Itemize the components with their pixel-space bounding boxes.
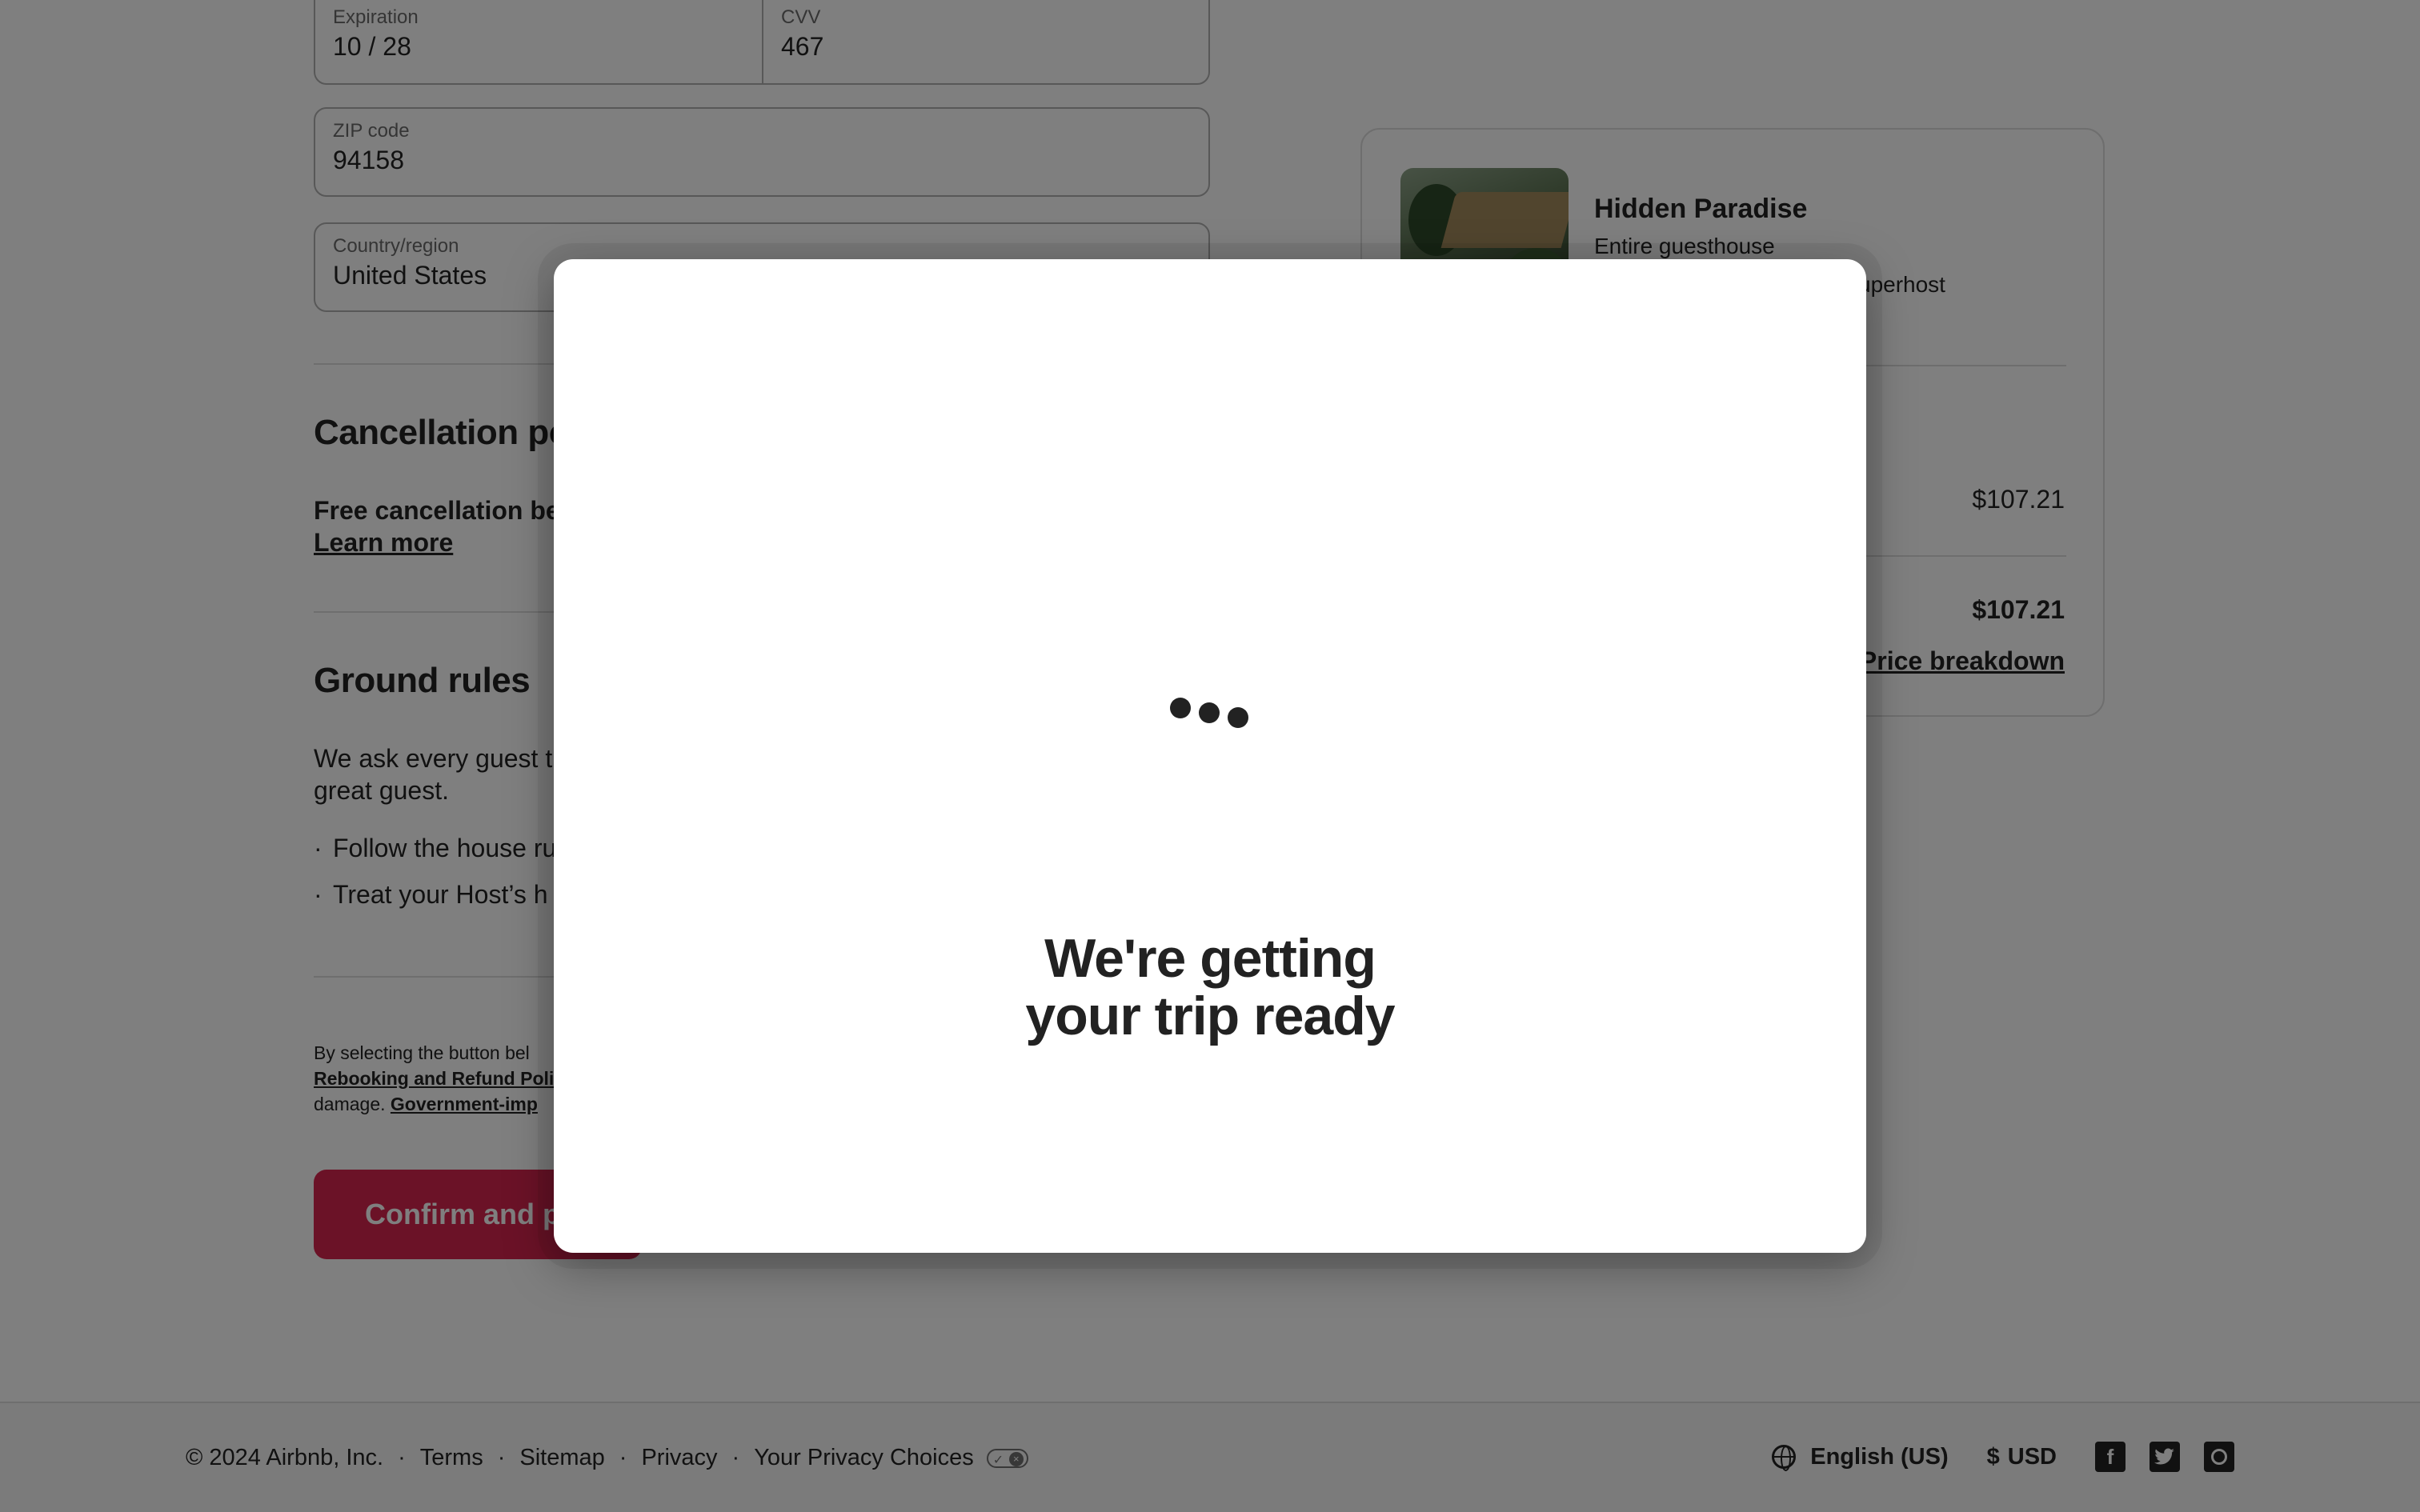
loading-dots-icon [1170,698,1258,730]
loading-dot [1199,702,1220,723]
modal-title: We're getting your trip ready [554,930,1866,1045]
modal-title-line2: your trip ready [1025,986,1395,1046]
loading-modal: We're getting your trip ready [554,259,1866,1253]
loading-dot [1170,698,1191,718]
loading-dot [1228,707,1248,728]
modal-title-line1: We're getting [1044,928,1376,989]
checkout-page: Expiration 10 / 28 CVV 467 ZIP code 9415… [0,0,2420,1512]
